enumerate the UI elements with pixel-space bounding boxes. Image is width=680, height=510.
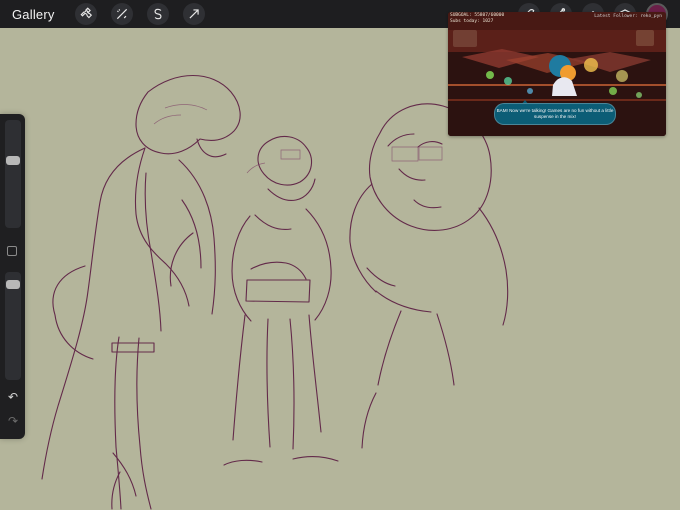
transform-arrow-icon[interactable]: [182, 3, 205, 25]
wrench-icon[interactable]: [74, 3, 97, 25]
square-icon[interactable]: [7, 246, 17, 256]
app-root: Gallery ↶ ↷ SUBGOAL: 55807/60000 Subs to…: [0, 0, 680, 510]
latest-follower-text: Latest Follower: reko_pyn: [594, 14, 662, 19]
undo-icon[interactable]: ↶: [6, 390, 20, 404]
top-tools-group: [74, 3, 205, 25]
opacity-thumb[interactable]: [6, 279, 20, 289]
stream-stats: SUBGOAL: 55807/60000 Subs today: 1027: [450, 13, 504, 25]
opacity-slider[interactable]: [5, 272, 21, 380]
subs-today-text: Subs today: 1027: [450, 19, 494, 24]
redo-icon[interactable]: ↷: [6, 414, 20, 428]
sidebar: ↶ ↷: [0, 114, 25, 439]
magic-wand-icon[interactable]: [110, 3, 133, 25]
dialogue-box: BAM! Now we're talking! Games are no fun…: [494, 103, 616, 125]
gallery-button[interactable]: Gallery: [12, 7, 55, 22]
stream-overlay-info: SUBGOAL: 55807/60000 Subs today: 1027 La…: [448, 12, 666, 30]
brush-size-slider[interactable]: [5, 120, 21, 228]
selection-s-icon[interactable]: [146, 3, 169, 25]
dialogue-text: BAM! Now we're talking! Games are no fun…: [496, 108, 614, 119]
brush-size-thumb[interactable]: [6, 155, 20, 165]
stream-preview[interactable]: SUBGOAL: 55807/60000 Subs today: 1027 La…: [448, 12, 666, 136]
